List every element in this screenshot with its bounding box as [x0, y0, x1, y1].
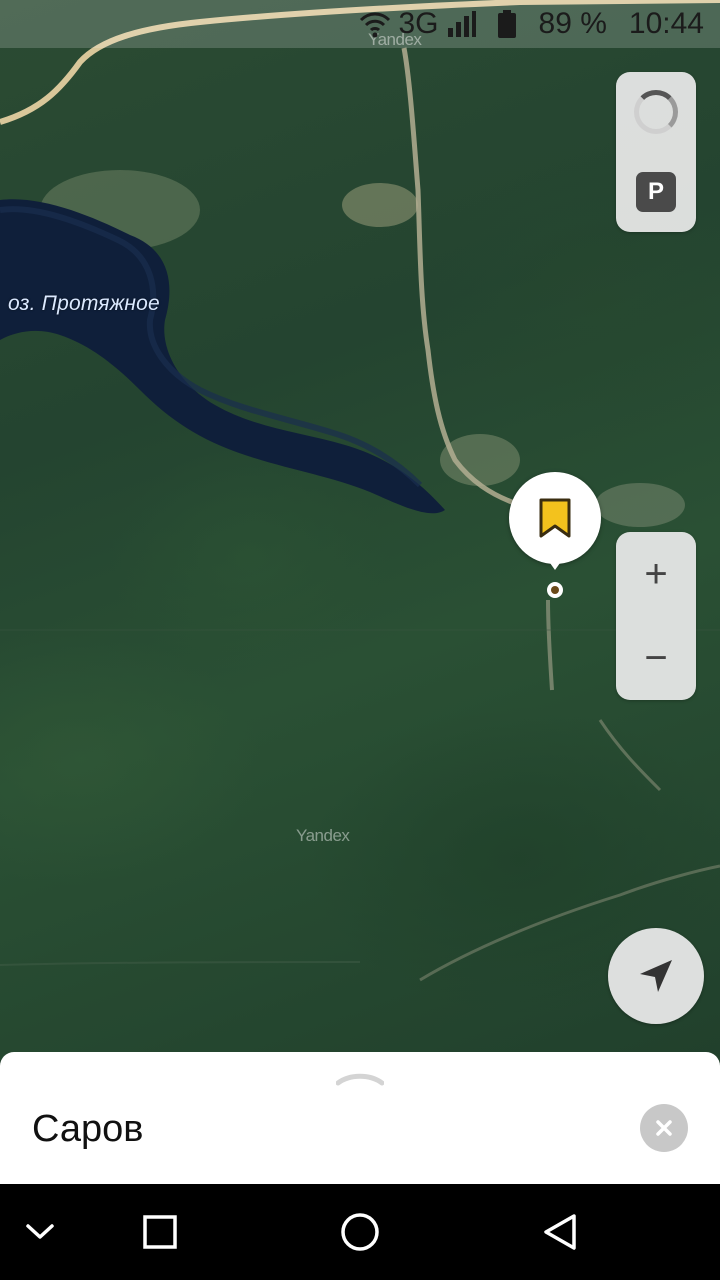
clock: 10:44: [628, 7, 704, 40]
cell-signal-icon: [447, 11, 476, 37]
traffic-icon: [634, 90, 678, 134]
zoom-in-button[interactable]: +: [616, 532, 696, 616]
battery-percent: 89 %: [538, 7, 607, 40]
back-button[interactable]: [532, 1204, 588, 1260]
chevron-down-icon: [26, 1224, 54, 1239]
traffic-button[interactable]: [616, 72, 696, 152]
network-type: 3G: [398, 7, 439, 40]
bookmark-icon: [539, 498, 571, 538]
navigation-arrow-icon: [640, 960, 672, 992]
marker-pointer: [545, 556, 565, 570]
place-sheet[interactable]: Саров: [0, 1052, 720, 1184]
parking-button[interactable]: P: [616, 152, 696, 232]
system-nav-bar: [0, 1184, 720, 1280]
wifi-icon: [359, 12, 390, 38]
recents-button[interactable]: [132, 1204, 188, 1260]
home-circle-icon: [341, 1213, 379, 1251]
sheet-expand-handle[interactable]: [335, 1068, 385, 1091]
zoom-out-button[interactable]: −: [616, 616, 696, 700]
home-button[interactable]: [332, 1204, 388, 1260]
yandex-watermark: Yandex: [296, 826, 350, 845]
battery-icon: [497, 10, 516, 38]
status-bar: 3G 89 % 10:44: [0, 0, 720, 48]
place-title: Саров: [32, 1108, 144, 1150]
bookmark-marker[interactable]: [509, 472, 601, 564]
map-terrain: [0, 0, 720, 982]
layers-panel: P: [616, 72, 696, 232]
plus-icon: +: [644, 552, 668, 596]
marker-location-dot: [547, 582, 563, 598]
lake-label: оз. Протяжное: [8, 292, 160, 315]
chevron-up-icon: [335, 1073, 385, 1086]
minus-icon: −: [644, 636, 668, 680]
back-triangle-icon: [544, 1214, 576, 1250]
map-view[interactable]: оз. Протяжное Yandex Yandex: [0, 0, 720, 1060]
parking-icon: P: [636, 172, 676, 212]
close-icon: [656, 1120, 672, 1136]
close-button[interactable]: [640, 1104, 688, 1152]
my-location-button[interactable]: [608, 928, 704, 1024]
recents-square-icon: [143, 1215, 177, 1249]
zoom-panel: + −: [616, 532, 696, 700]
hide-keyboard-button[interactable]: [12, 1204, 68, 1260]
